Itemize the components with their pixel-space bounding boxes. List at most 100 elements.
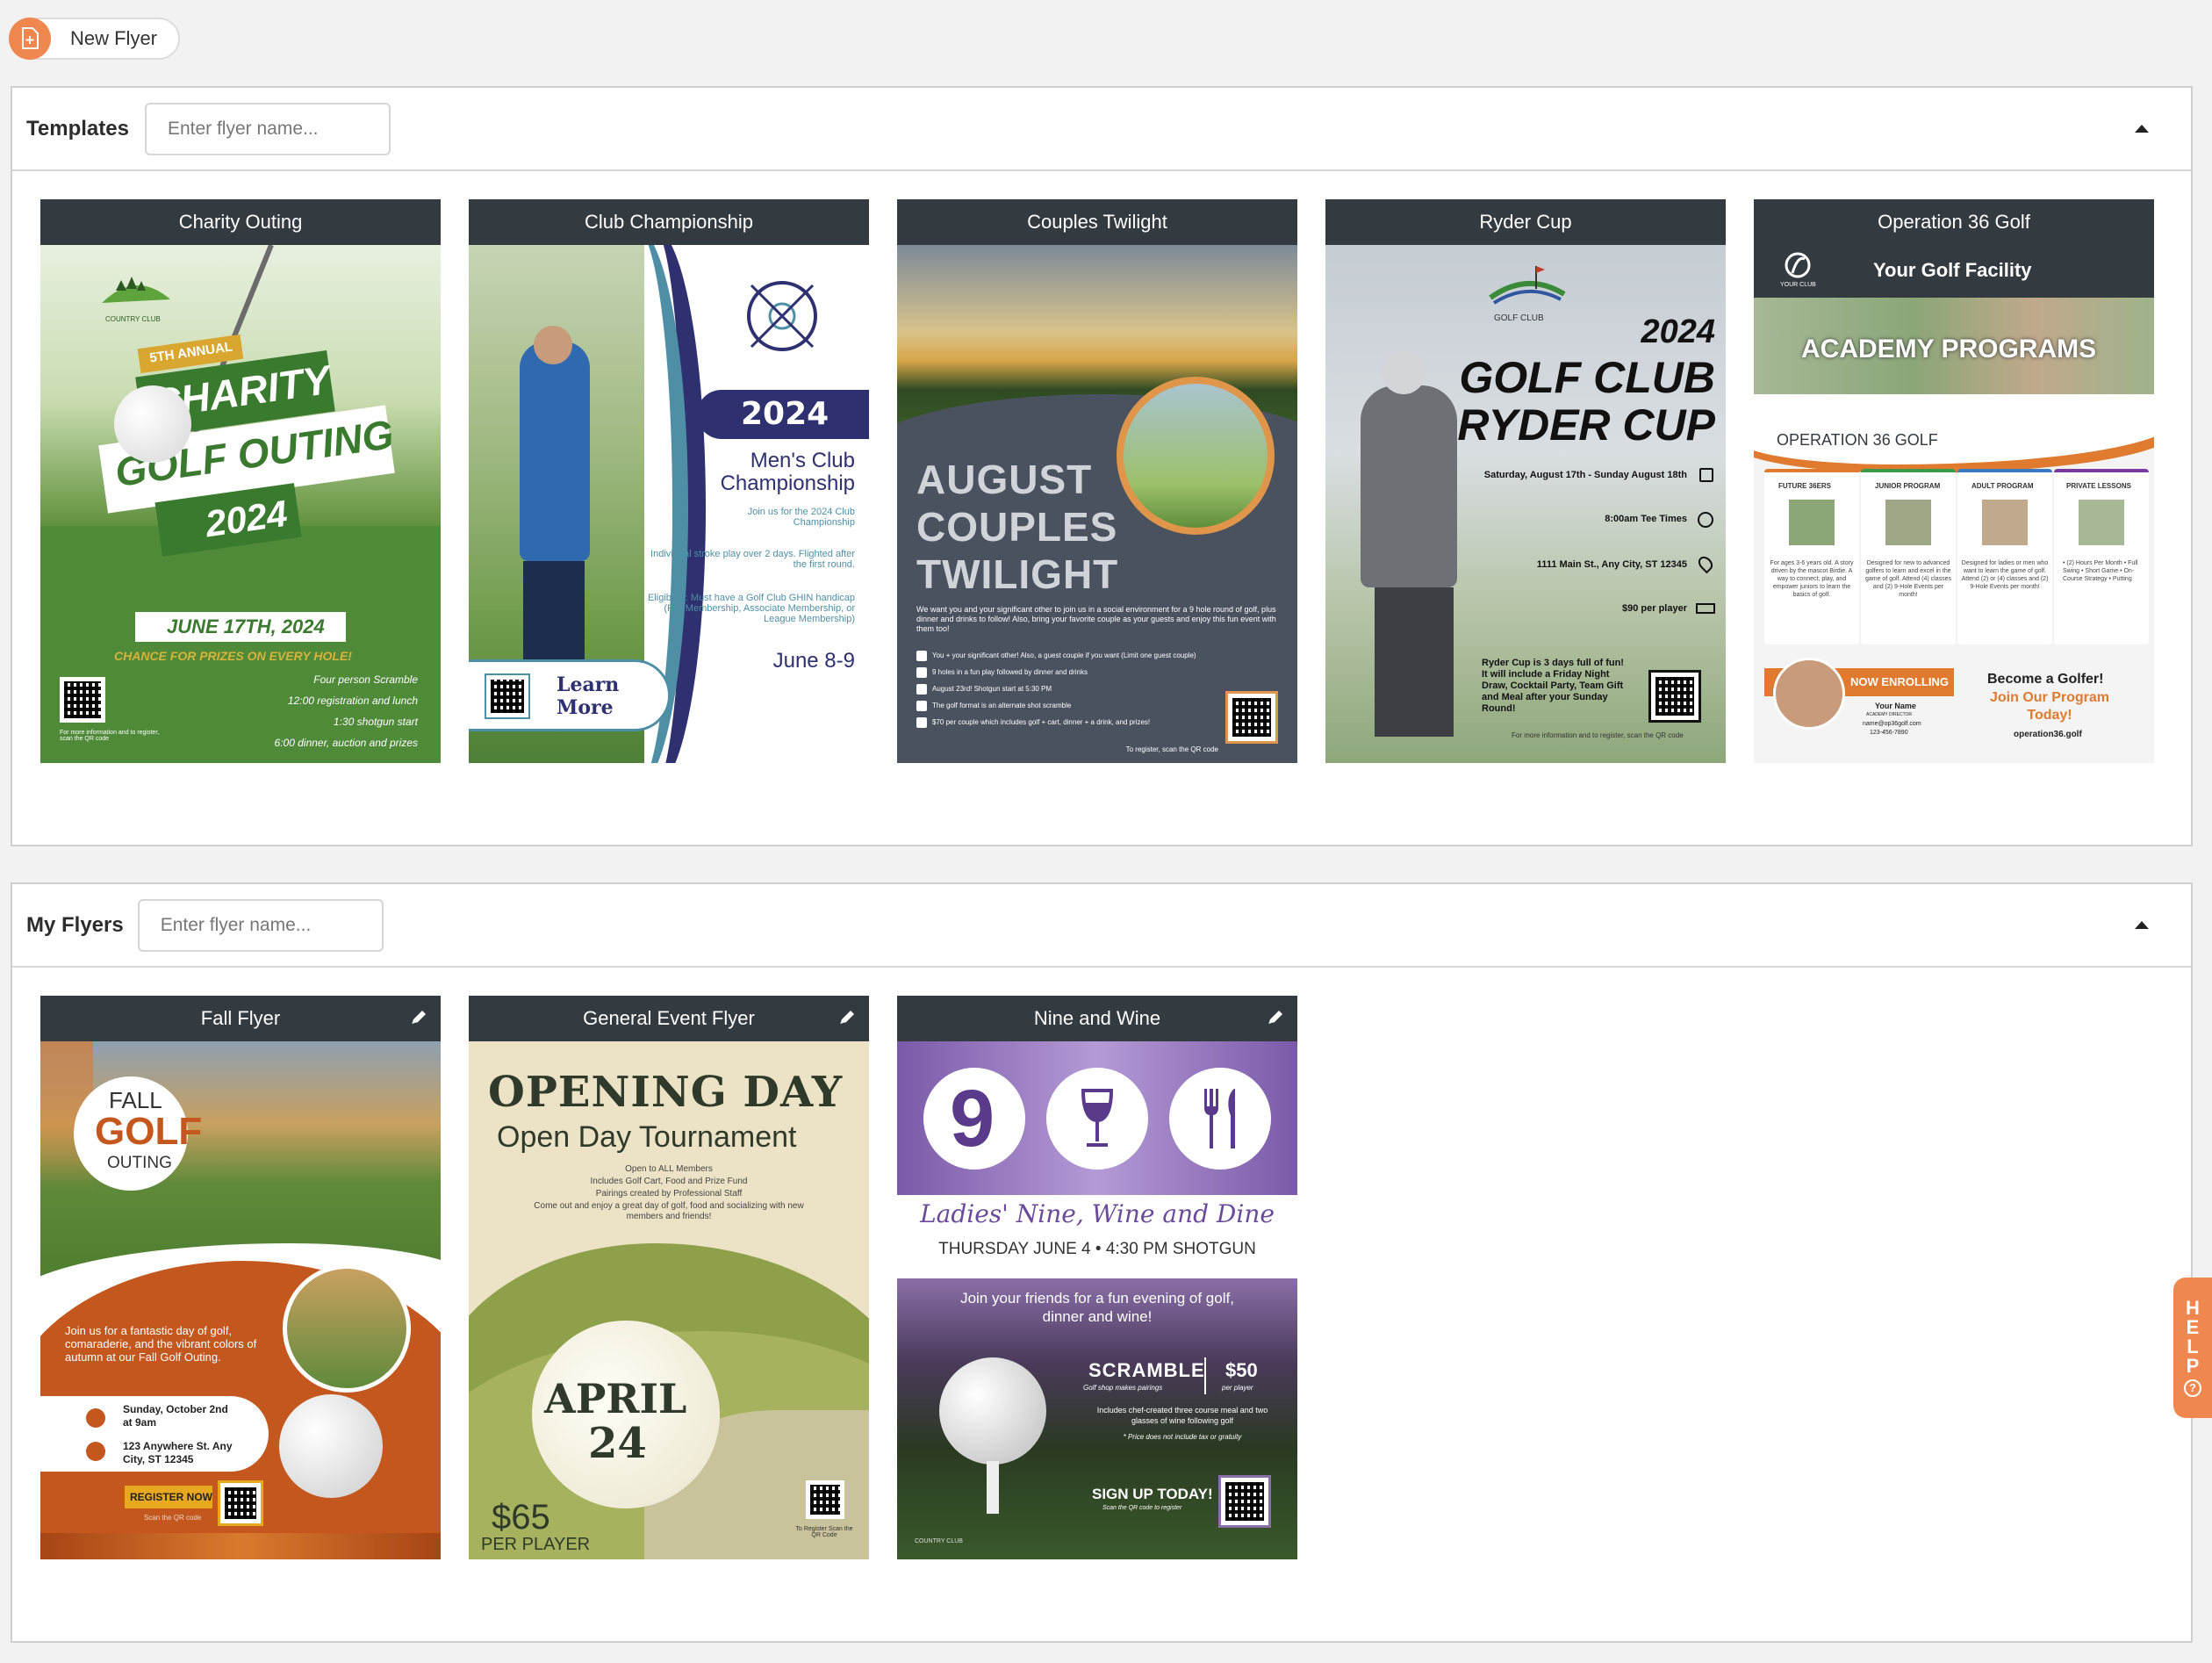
register-note: For more information and to register, sc… <box>1512 731 1684 739</box>
program-3-name: ADULT PROGRAM <box>1971 482 2034 490</box>
golf-text: GOLF <box>95 1110 203 1153</box>
my-flyer-card-general-event[interactable]: General Event Flyer OPENING DAY Open Day… <box>469 996 869 1559</box>
help-tab[interactable]: H E L P ? <box>2173 1278 2212 1418</box>
flyer-thumbnail[interactable]: OPENING DAY Open Day Tournament Open to … <box>469 1041 869 1559</box>
program-4-name: PRIVATE LESSONS <box>2066 482 2131 490</box>
my-flyers-search-input[interactable] <box>160 914 399 936</box>
clock-icon <box>1698 512 1713 528</box>
tournament-subtitle: Open Day Tournament <box>497 1120 797 1154</box>
help-letter-p: P <box>2186 1355 2200 1377</box>
program-4-text: • (2) Hours Per Month • Full Swing • Sho… <box>2063 560 2138 582</box>
club-logo-icon <box>102 277 170 303</box>
academy-headline: ACADEMY PROGRAMS <box>1801 335 2097 364</box>
card-title: Operation 36 Golf <box>1754 199 2154 245</box>
detail-2: 12:00 registration and lunch <box>287 695 418 707</box>
qr-code <box>485 673 530 719</box>
new-flyer-button[interactable]: New Flyer <box>9 18 180 60</box>
join-text: Join your friends for a fun evening of g… <box>960 1290 1234 1325</box>
register-now-text: REGISTER NOW <box>130 1491 213 1503</box>
program-2-name: JUNIOR PROGRAM <box>1875 482 1941 490</box>
desc-text: Ryder Cup is 3 days full of fun! It will… <box>1482 658 1624 714</box>
club-name: COUNTRY CLUB <box>915 1538 963 1544</box>
item-3: August 23rd! Shotgun start at 5:30 PM <box>932 685 1052 693</box>
my-flyers-search <box>137 898 399 952</box>
golf-club-logo-icon <box>747 281 817 351</box>
fork-knife-icon <box>1204 1089 1235 1148</box>
program-2-text: Designed for new to advanced golfers to … <box>1864 560 1952 598</box>
calendar-icon <box>86 1408 105 1428</box>
register-note: To register, scan the QR code <box>1125 745 1218 753</box>
my-flyer-card-fall-flyer[interactable]: Fall Flyer FALL GOLF OUTING Join us for … <box>40 996 441 1559</box>
opening-day-headline: OPENING DAY <box>488 1068 844 1117</box>
template-card-charity-outing[interactable]: Charity Outing COUNTRY CLUB 5TH ANNUAL C… <box>40 199 441 763</box>
detail-3: Pairings created by Professional Staff <box>595 1189 743 1199</box>
flyer-thumbnail[interactable]: COUNTRY CLUB 5TH ANNUAL CHARITY GOLF OUT… <box>40 245 441 763</box>
card-title: Club Championship <box>469 199 869 245</box>
scramble-label: SCRAMBLE <box>1088 1359 1205 1381</box>
year: 2024 <box>1641 313 1715 350</box>
register-note: For more information and to register, sc… <box>60 730 160 742</box>
flyer-thumbnail[interactable]: AUGUST COUPLES TWILIGHT We want you and … <box>897 245 1297 763</box>
coach-phone: 123-456-7890 <box>1870 730 1908 736</box>
qr-code <box>1218 1475 1271 1528</box>
templates-title: Templates <box>26 116 129 140</box>
scan-note: Scan the QR code <box>144 1514 202 1522</box>
event-date: June 8-9 <box>772 649 855 673</box>
my-flyer-card-nine-and-wine[interactable]: Nine and Wine 9 Ladies' Nine, Wine and D… <box>897 996 1297 1559</box>
join-text: Join us for the 2024 Club Championship <box>747 507 855 528</box>
pencil-icon[interactable] <box>837 1008 857 1027</box>
templates-search-input[interactable] <box>167 118 406 140</box>
tax-note: * Price does not include tax or gratuity <box>1123 1433 1242 1441</box>
calendar-icon <box>1699 468 1713 482</box>
card-title: Ryder Cup <box>1325 199 1726 245</box>
event-month: APRIL <box>544 1375 687 1422</box>
flyer-thumbnail[interactable]: FALL GOLF OUTING Join us for a fantastic… <box>40 1041 441 1559</box>
new-flyer-label: New Flyer <box>70 27 158 49</box>
qr-code <box>218 1480 263 1526</box>
templates-search <box>144 102 406 155</box>
detail-4: Come out and enjoy a great day of golf, … <box>534 1201 804 1221</box>
card-title: Charity Outing <box>40 199 441 245</box>
item-2: 9 holes in a fun play followed by dinner… <box>932 668 1088 676</box>
detail-4: 6:00 dinner, auction and prizes <box>274 737 418 749</box>
new-document-icon <box>9 18 51 60</box>
template-card-operation-36[interactable]: Operation 36 Golf YOUR CLUB Your Golf Fa… <box>1754 199 2154 763</box>
desc-text: Individual stroke play over 2 days. Flig… <box>650 549 855 570</box>
home-icon <box>86 1442 105 1461</box>
help-letter-l: L <box>2187 1335 2199 1357</box>
flyer-thumbnail[interactable]: YOUR CLUB Your Golf Facility ACADEMY PRO… <box>1754 245 2154 763</box>
template-card-couples-twilight[interactable]: Couples Twilight AUGUST COUPLES TWILIGHT… <box>897 199 1297 763</box>
price: $50 <box>1225 1359 1258 1381</box>
pencil-icon[interactable] <box>409 1008 428 1027</box>
qr-code <box>806 1480 844 1519</box>
become-golfer: Become a Golfer! <box>1987 672 2104 687</box>
flyer-thumbnail[interactable]: GOLF CLUB 2024 GOLF CLUB RYDER CUP Satur… <box>1325 245 1726 763</box>
collapse-my-flyers-icon[interactable] <box>2135 921 2149 929</box>
item-4: The golf format is an alternate shot scr… <box>932 702 1072 709</box>
templates-header: Templates <box>12 88 2191 171</box>
info-address: 1111 Main St., Any City, ST 12345 <box>1536 559 1687 570</box>
headline-line1: GOLF CLUB <box>1459 353 1715 402</box>
template-card-ryder-cup[interactable]: Ryder Cup GOLF CLUB 2024 GOLF CLUB RYDER… <box>1325 199 1726 763</box>
template-card-club-championship[interactable]: Club Championship 2024 Men's Club Champi… <box>469 199 869 763</box>
program-1-text: For ages 3-6 years old. A story driven b… <box>1770 560 1854 598</box>
card-title: Couples Twilight <box>897 199 1297 245</box>
flyer-thumbnail[interactable]: 9 Ladies' Nine, Wine and Dine THURSDAY J… <box>897 1041 1297 1559</box>
collapse-templates-icon[interactable] <box>2135 125 2149 133</box>
eligibility-text: Eligibility: Must have a Golf Club GHIN … <box>648 593 855 624</box>
coach-name: Your Name <box>1875 702 1916 710</box>
flyer-thumbnail[interactable]: 2024 Men's Club Championship Join us for… <box>469 245 869 763</box>
year: 2024 <box>741 396 830 432</box>
qr-code <box>1225 691 1278 744</box>
info-price: $90 per player <box>1622 603 1687 614</box>
my-flyers-header: My Flyers <box>12 884 2191 968</box>
pencil-icon[interactable] <box>1266 1008 1285 1027</box>
program-3-text: Designed for ladies or men who want to l… <box>1961 560 2049 590</box>
location-icon <box>1695 553 1716 574</box>
coach-email: name@op36golf.com <box>1863 721 1921 727</box>
now-enrolling: NOW ENROLLING <box>1850 675 1949 688</box>
per-player: per player <box>1222 1384 1253 1392</box>
club-name: GOLF CLUB <box>1494 313 1544 323</box>
program-1-name: FUTURE 36ERS <box>1778 482 1832 490</box>
coach-avatar <box>1773 658 1845 730</box>
